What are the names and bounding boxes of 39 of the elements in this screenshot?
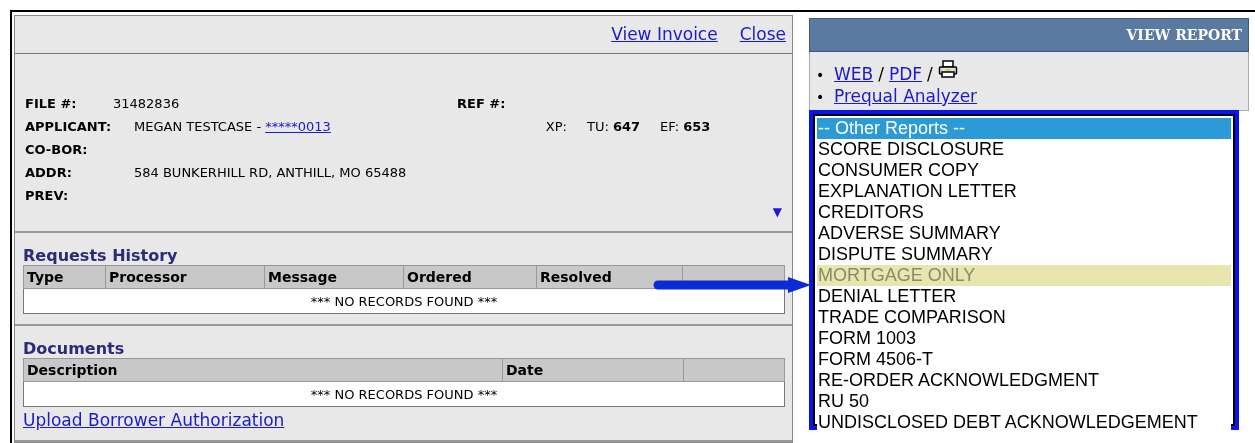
section-title: Documents [23, 340, 125, 358]
expand-toggle[interactable]: ▼ [772, 204, 782, 219]
field-label: APPLICANT: [25, 118, 113, 134]
section-title: Requests History [23, 247, 178, 265]
printer-icon[interactable] [937, 60, 958, 78]
bullet: • [816, 66, 826, 85]
header-link[interactable]: View Invoice [611, 24, 718, 45]
field-label: FILE #: [25, 95, 78, 111]
column-header: Resolved [536, 265, 683, 289]
column-header: Type [23, 265, 106, 289]
column-header: Date [502, 358, 684, 382]
empty-message: *** NO RECORDS FOUND *** [23, 288, 785, 314]
report-link[interactable]: PDF [888, 64, 923, 84]
field-value: MEGAN TESTCASE - [134, 118, 263, 134]
column-header: Message [264, 265, 404, 289]
upload-link[interactable]: Upload Borrower Authorization [23, 410, 285, 430]
separator: / [927, 64, 933, 84]
field-label: PREV: [25, 187, 70, 203]
header-link[interactable]: Close [739, 24, 786, 45]
score-text: TU: 647 [586, 118, 641, 134]
score-text: XP: [545, 118, 567, 134]
field-label: CO-BOR: [25, 141, 89, 157]
column-header: Ordered [403, 265, 537, 289]
prequal-link[interactable]: Prequal Analyzer [834, 86, 978, 106]
report-link[interactable]: WEB [834, 64, 874, 84]
separator: / [878, 64, 884, 84]
field-label: REF #: [457, 95, 506, 111]
ssn-link[interactable]: *****0013 [265, 118, 331, 134]
list-option[interactable]: UNDISCLOSED DEBT ACKNOWLEDGEMENT [817, 412, 1231, 433]
field-label: ADDR: [25, 164, 73, 180]
bullet: • [816, 88, 826, 107]
column-header: Processor [105, 265, 265, 289]
field-value: 31482836 [113, 95, 181, 111]
field-value: 584 BUNKERHILL RD, ANTHILL, MO 65488 [134, 164, 407, 180]
score-text: EF: 653 [660, 118, 711, 134]
panel-header: VIEW REPORT [809, 18, 1249, 52]
empty-message: *** NO RECORDS FOUND *** [23, 381, 785, 407]
column-header: Description [23, 358, 503, 382]
report-listbox[interactable] [809, 110, 1239, 430]
